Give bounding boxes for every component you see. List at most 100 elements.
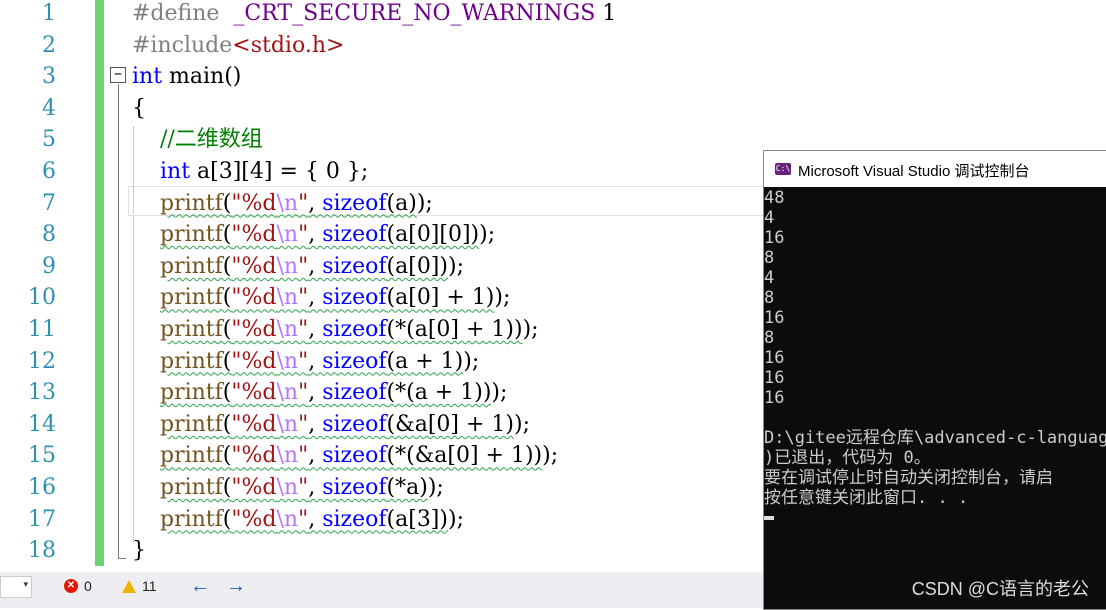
line-number: 13	[28, 380, 56, 406]
line-number: 8	[42, 222, 56, 248]
code-token: //二维数组	[132, 127, 263, 153]
console-line: 16	[764, 368, 785, 388]
code-token: \n	[276, 506, 299, 532]
code-token: \n	[276, 253, 299, 279]
code-token: ,	[308, 443, 323, 469]
zoom-dropdown[interactable]: ▾	[0, 576, 32, 598]
code-token: printf	[159, 317, 223, 342]
code-text: int main()	[132, 61, 241, 93]
code-token: printf	[159, 190, 223, 216]
code-token: (*a)	[386, 475, 428, 500]
code-token: printf	[159, 253, 223, 279]
code-text: }	[132, 535, 146, 567]
console-cursor	[764, 508, 1106, 528]
code-token: \n	[276, 411, 299, 437]
code-text: printf("%d\n", sizeof(&a[0] + 1));	[132, 409, 530, 441]
code-token: "%d	[231, 348, 277, 374]
console-line: 16	[764, 308, 785, 328]
console-line: 8	[764, 248, 775, 268]
navigate-back-icon[interactable]: ←	[190, 575, 210, 598]
code-text: printf("%d\n", sizeof(*(&a[0] + 1)));	[132, 440, 558, 472]
code-line[interactable]: 3 int main()	[0, 61, 1106, 93]
error-count[interactable]: ✕ 0	[64, 578, 92, 594]
console-line: 16	[764, 388, 785, 408]
code-token: ,	[308, 475, 323, 500]
code-text: printf("%d\n", sizeof(a + 1));	[132, 346, 479, 378]
code-token: );	[447, 253, 464, 279]
code-token: sizeof	[322, 253, 387, 279]
code-text: #define _CRT_SECURE_NO_WARNINGS 1	[132, 0, 616, 30]
code-token: (&a[0] + 1)	[386, 411, 514, 437]
code-token: "%d	[231, 506, 277, 532]
warning-count-label: 11	[142, 578, 157, 594]
code-text: int a[3][4] = { 0 };	[132, 156, 368, 188]
code-token: sizeof	[322, 190, 387, 216]
code-token: ,	[308, 506, 323, 532]
code-line[interactable]: 4{	[0, 93, 1106, 125]
code-token: ,	[308, 317, 323, 342]
line-number: 16	[28, 475, 56, 500]
console-line: 4	[764, 268, 775, 288]
navigate-forward-icon[interactable]: →	[226, 575, 246, 598]
code-token: );	[491, 380, 508, 406]
code-token: printf	[159, 475, 223, 500]
code-token: "	[298, 348, 309, 374]
code-token: \n	[276, 475, 299, 500]
code-token: (a[0])	[386, 253, 448, 279]
code-token: "%d	[231, 317, 277, 342]
code-token: _CRT_SECURE_NO_WARNINGS	[233, 1, 596, 26]
code-token: "	[298, 380, 309, 406]
code-token: (*(a[0] + 1))	[386, 317, 523, 342]
code-token: "	[298, 190, 309, 216]
code-token: "	[298, 475, 309, 500]
error-icon: ✕	[64, 579, 78, 593]
console-title: Microsoft Visual Studio 调试控制台	[798, 163, 1030, 180]
code-token: sizeof	[322, 348, 387, 374]
code-token: }	[132, 538, 146, 564]
code-token: "%d	[231, 285, 277, 311]
console-line: 按任意键关闭此窗口. . .	[764, 488, 969, 508]
console-output[interactable]: 48 4 16 8 4 8 16 8 16 16 16 D:\gitee远程仓库\advanced-c…	[764, 188, 1106, 609]
console-line: 48	[764, 188, 785, 208]
code-token: );	[416, 190, 433, 216]
code-token: "%d	[231, 380, 277, 406]
code-text: printf("%d\n", sizeof(a[0] + 1));	[132, 282, 510, 314]
code-token: );	[542, 443, 559, 469]
code-token: printf	[159, 506, 223, 532]
code-line[interactable]: 1 #define _CRT_SECURE_NO_WARNINGS 1	[0, 0, 1106, 30]
code-token: printf	[159, 222, 223, 248]
code-token: ,	[308, 348, 323, 374]
chevron-down-icon: ▾	[23, 579, 28, 589]
line-number: 10	[28, 285, 56, 311]
console-title-bar[interactable]: C:\ Microsoft Visual Studio 调试控制台	[764, 151, 1106, 187]
code-token: (*(a + 1))	[386, 380, 492, 406]
code-token: \n	[276, 317, 299, 342]
code-token: sizeof	[322, 222, 387, 248]
code-text: printf("%d\n", sizeof(*a));	[132, 472, 444, 504]
console-line: 8	[764, 328, 775, 348]
warning-count[interactable]: 11	[122, 578, 157, 594]
code-token: "	[298, 411, 309, 437]
code-token: sizeof	[322, 443, 387, 469]
code-token: \n	[276, 285, 299, 311]
console-line: 要在调试停止时自动关闭控制台，请启	[764, 468, 1053, 488]
line-number: 6	[42, 159, 56, 184]
line-number: 3	[42, 64, 56, 90]
code-line[interactable]: 2 #include<stdio.h>	[0, 30, 1106, 62]
debug-console-window[interactable]: C:\ Microsoft Visual Studio 调试控制台 48 4 16 8…	[763, 150, 1106, 610]
code-token: {	[132, 95, 146, 121]
console-line: 8	[764, 288, 775, 308]
code-token: <stdio.h>	[232, 32, 345, 58]
code-text: printf("%d\n", sizeof(*(a[0] + 1)));	[132, 314, 539, 346]
code-token: ,	[308, 222, 323, 248]
line-number: 12	[28, 348, 56, 374]
